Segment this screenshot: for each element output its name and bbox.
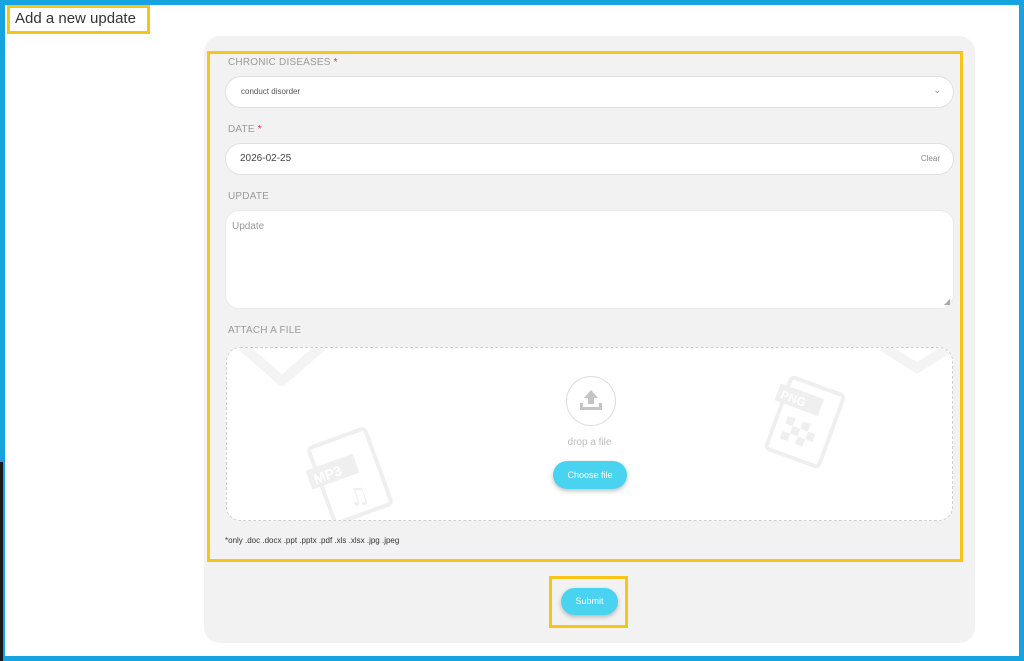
date-value: 2026-02-25 — [240, 153, 292, 164]
update-placeholder: Update — [232, 221, 265, 232]
update-label: UPDATE — [228, 191, 270, 202]
date-label-text: DATE — [228, 124, 255, 135]
update-textarea[interactable]: Update ◢ — [225, 210, 954, 309]
page-title-highlight: Add a new update — [7, 5, 150, 34]
attach-file-label: ATTACH A FILE — [228, 325, 302, 336]
drop-file-text: drop a file — [567, 437, 612, 448]
chronic-diseases-label: CHRONIC DISEASES * — [228, 57, 338, 68]
clear-date-button[interactable]: Clear — [921, 154, 940, 163]
left-edge-line — [0, 462, 3, 661]
submit-button[interactable]: Submit — [561, 588, 618, 615]
chevron-down-icon: ⌄ — [933, 85, 941, 95]
png-file-icon: PNG — [764, 375, 846, 469]
chronic-diseases-label-text: CHRONIC DISEASES — [228, 57, 331, 68]
page-title: Add a new update — [15, 10, 136, 27]
upload-icon[interactable] — [566, 376, 616, 426]
allowed-file-types-note: *only .doc .docx .ppt .pptx .pdf .xls .x… — [225, 536, 400, 545]
decorative-check-icon — [879, 348, 952, 374]
file-dropzone[interactable]: MP3 ♫ PNG drop a file Choose file — [226, 347, 953, 521]
date-label: DATE * — [228, 124, 262, 135]
date-input[interactable]: 2026-02-25 Clear — [225, 143, 954, 175]
chronic-diseases-select[interactable]: conduct disorder ⌄ — [225, 76, 954, 108]
resize-handle-icon[interactable]: ◢ — [944, 297, 950, 306]
chronic-diseases-selected: conduct disorder — [241, 87, 301, 96]
svg-text:♫: ♫ — [343, 480, 373, 514]
decorative-check-icon — [238, 348, 326, 386]
required-mark: * — [257, 124, 262, 135]
required-mark: * — [333, 57, 338, 68]
choose-file-button[interactable]: Choose file — [553, 461, 627, 489]
